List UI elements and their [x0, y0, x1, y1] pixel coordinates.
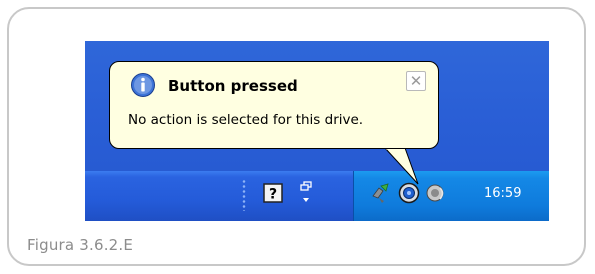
- system-tray: 16:59: [353, 171, 549, 221]
- drive-icon[interactable]: [398, 182, 420, 204]
- balloon-message: No action is selected for this drive.: [128, 112, 364, 128]
- safely-remove-hardware-icon[interactable]: [370, 182, 392, 204]
- figure-frame: ? 16:59 Button pressed ✕ No action is se…: [7, 7, 586, 266]
- balloon-title: Button pressed: [168, 77, 298, 95]
- screenshot-area: ? 16:59 Button pressed ✕ No action is se…: [85, 41, 549, 221]
- clock[interactable]: 16:59: [484, 186, 521, 201]
- info-icon: [131, 73, 155, 97]
- network-icon[interactable]: [299, 181, 313, 205]
- notification-balloon[interactable]: Button pressed ✕ No action is selected f…: [109, 61, 439, 149]
- help-icon[interactable]: ?: [263, 183, 283, 203]
- balloon-close-button[interactable]: ✕: [406, 71, 426, 91]
- volume-icon[interactable]: [425, 182, 447, 204]
- help-icon-glyph: ?: [269, 187, 277, 203]
- toolbar-grip[interactable]: [242, 179, 246, 211]
- taskbar: ? 16:59: [85, 171, 549, 221]
- figure-caption: Figura 3.6.2.E: [27, 236, 134, 254]
